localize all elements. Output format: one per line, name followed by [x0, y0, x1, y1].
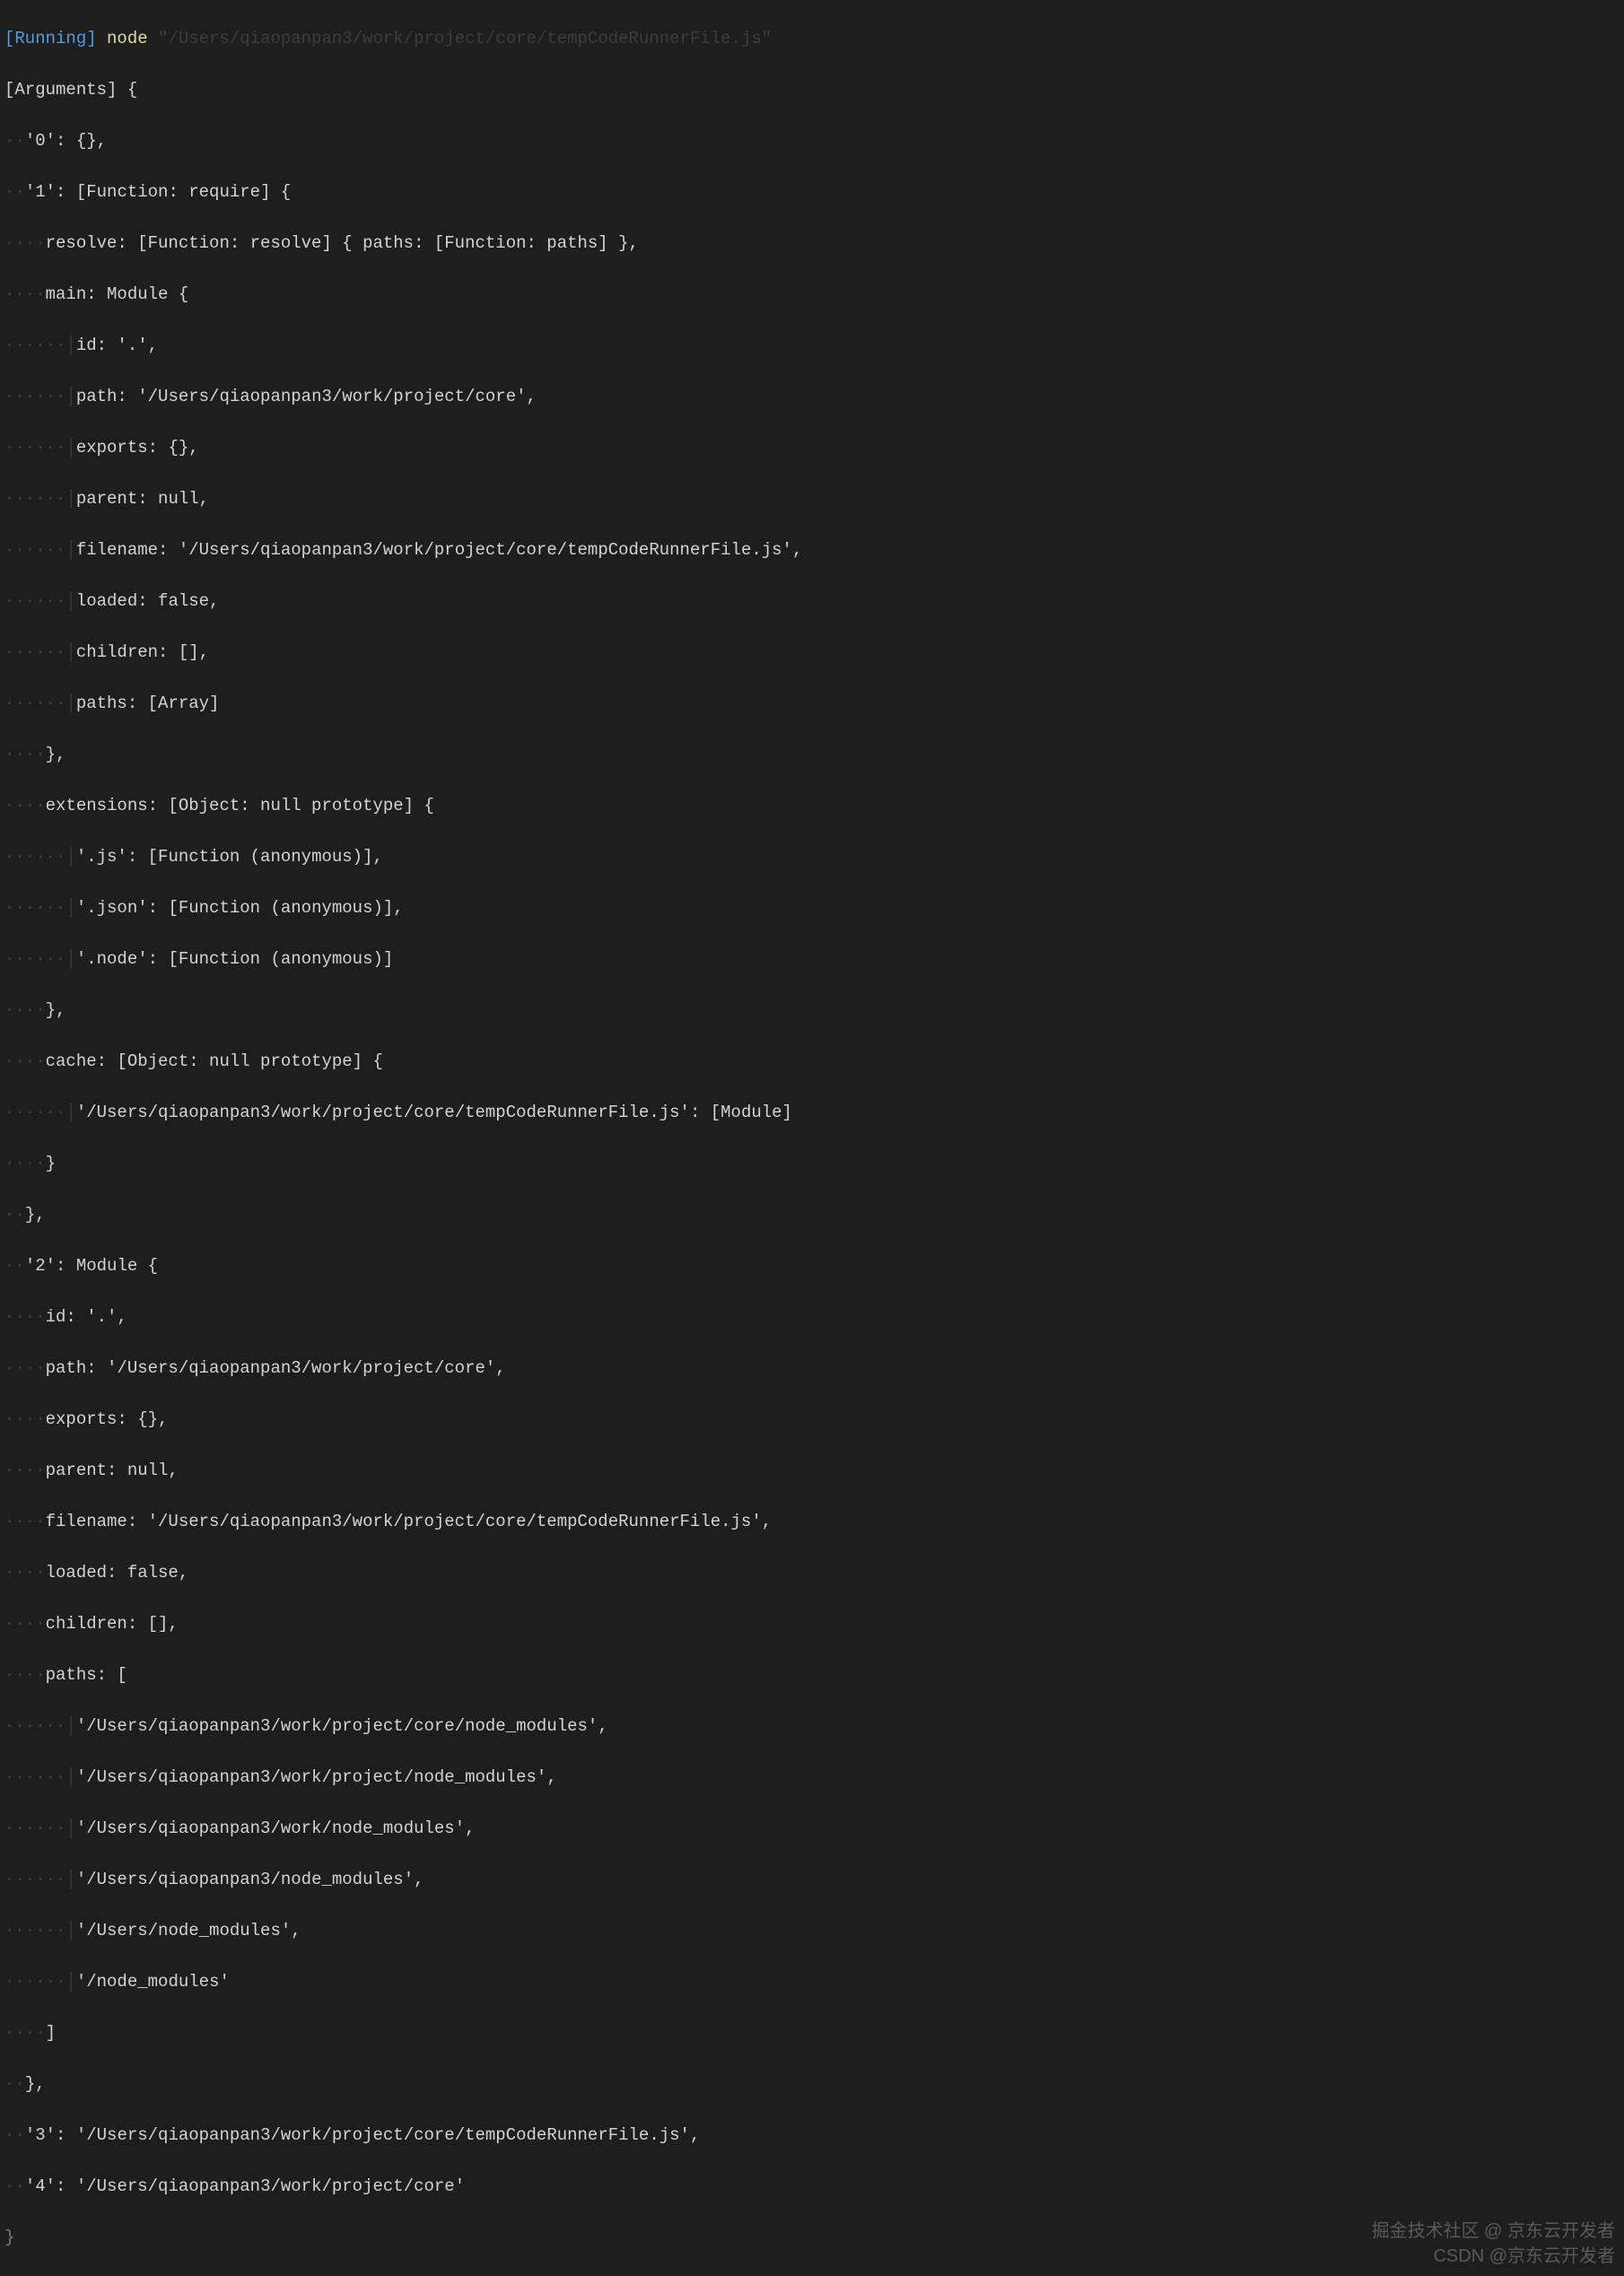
code-line: ······│children: [],: [4, 640, 1620, 666]
code-line: ······│'/Users/qiaopanpan3/work/project/…: [4, 1765, 1620, 1791]
watermark-line-1: 掘金技术社区 @ 京东云开发者: [1372, 2219, 1615, 2244]
code-line: ······│loaded: false,: [4, 589, 1620, 615]
code-line: ····parent: null,: [4, 1458, 1620, 1484]
watermark-line-2: CSDN @京东云开发者: [1372, 2244, 1615, 2269]
code-line: ····loaded: false,: [4, 1560, 1620, 1586]
code-line: ····resolve: [Function: resolve] { paths…: [4, 231, 1620, 257]
code-line: ······│'/Users/qiaopanpan3/node_modules'…: [4, 1867, 1620, 1893]
code-line: ······│'/Users/qiaopanpan3/work/project/…: [4, 1100, 1620, 1126]
terminal-output: [Running] node "/Users/qiaopanpan3/work/…: [0, 0, 1624, 2276]
code-line: ······│'.json': [Function (anonymous)],: [4, 895, 1620, 921]
code-line: ····exports: {},: [4, 1407, 1620, 1433]
code-line: [Arguments] {: [4, 77, 1620, 103]
code-line: ····]: [4, 2020, 1620, 2046]
code-line: ··'3': '/Users/qiaopanpan3/work/project/…: [4, 2123, 1620, 2149]
code-line: ····extensions: [Object: null prototype]…: [4, 793, 1620, 819]
code-line: ······│exports: {},: [4, 435, 1620, 461]
code-line: ······│'/Users/qiaopanpan3/work/project/…: [4, 1714, 1620, 1740]
code-line: ······│paths: [Array]: [4, 691, 1620, 717]
code-line: ······│'.js': [Function (anonymous)],: [4, 844, 1620, 870]
code-line: ··'2': Module {: [4, 1253, 1620, 1279]
code-line: ····},: [4, 742, 1620, 768]
code-line: ······│parent: null,: [4, 486, 1620, 512]
header-line: [Running] node "/Users/qiaopanpan3/work/…: [4, 26, 1620, 52]
code-line: ··},: [4, 2071, 1620, 2097]
code-line: ······│'/Users/qiaopanpan3/work/node_mod…: [4, 1816, 1620, 1842]
code-line: ··},: [4, 1202, 1620, 1228]
code-line: ····main: Module {: [4, 282, 1620, 308]
code-line: ······│path: '/Users/qiaopanpan3/work/pr…: [4, 384, 1620, 410]
code-line: ······│'/Users/node_modules',: [4, 1918, 1620, 1944]
node-cmd: node: [107, 26, 148, 52]
code-line: ······│filename: '/Users/qiaopanpan3/wor…: [4, 537, 1620, 563]
code-line: ····}: [4, 1151, 1620, 1177]
header-path: "/Users/qiaopanpan3/work/project/core/te…: [158, 26, 772, 52]
running-tag: [Running]: [4, 26, 97, 52]
code-line: ····id: '.',: [4, 1304, 1620, 1330]
code-line: ····filename: '/Users/qiaopanpan3/work/p…: [4, 1509, 1620, 1535]
code-line: ····paths: [: [4, 1662, 1620, 1688]
code-line: ······│'/node_modules': [4, 1969, 1620, 1995]
code-line: ··'1': [Function: require] {: [4, 179, 1620, 205]
code-line: ··'0': {},: [4, 128, 1620, 154]
code-line: ··'4': '/Users/qiaopanpan3/work/project/…: [4, 2174, 1620, 2200]
code-line: ····children: [],: [4, 1611, 1620, 1637]
code-line: ····path: '/Users/qiaopanpan3/work/proje…: [4, 1356, 1620, 1382]
code-line: ······│'.node': [Function (anonymous)]: [4, 946, 1620, 972]
code-line: ····cache: [Object: null prototype] {: [4, 1049, 1620, 1075]
watermark: 掘金技术社区 @ 京东云开发者 CSDN @京东云开发者: [1372, 2219, 1615, 2269]
code-line: ······│id: '.',: [4, 333, 1620, 359]
code-line: ····},: [4, 998, 1620, 1024]
